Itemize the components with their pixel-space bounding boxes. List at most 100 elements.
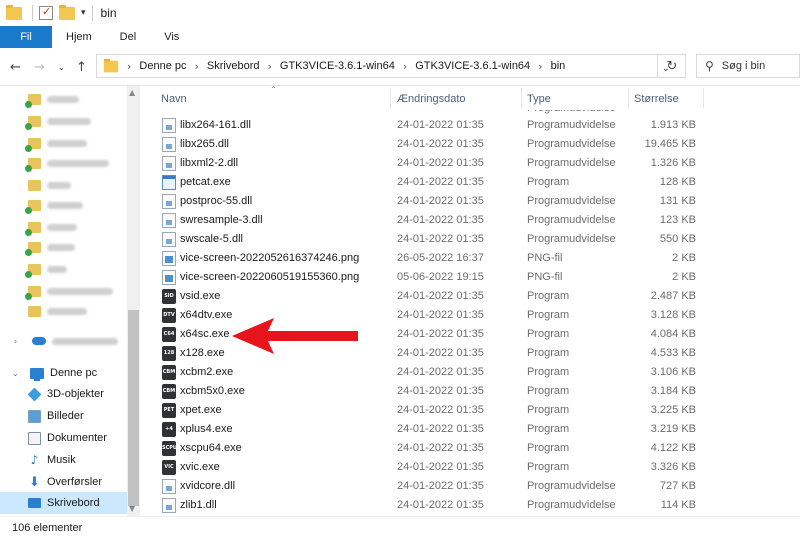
tab-home[interactable]: Hjem [52, 26, 106, 48]
sidebar-item-this-pc[interactable]: ⌄ Denne pc [12, 362, 140, 384]
table-row[interactable]: postproc-55.dll 24-01-2022 01:35 Programud… [140, 192, 800, 211]
column-divider[interactable] [703, 88, 704, 108]
quick-access-item[interactable] [25, 152, 140, 174]
column-divider[interactable] [521, 88, 522, 108]
quick-access-item[interactable] [28, 300, 140, 322]
properties-icon[interactable] [39, 5, 55, 21]
file-name: swresample-3.dll [180, 214, 263, 226]
tab-view[interactable]: Vis [150, 26, 193, 48]
cloud-icon [32, 337, 46, 345]
tab-file[interactable]: Fil [0, 26, 52, 48]
table-row[interactable]: vice-screen-2022052616374246.png 26-05-20… [140, 249, 800, 268]
table-row[interactable]: zlib1.dll 24-01-2022 01:35 Programudvidels… [140, 496, 800, 515]
tab-share[interactable]: Del [106, 26, 151, 48]
breadcrumb-bin[interactable]: bin [551, 60, 566, 72]
sidebar-item-label: 3D-objekter [47, 388, 104, 400]
blurred-label [52, 337, 118, 345]
quick-access-item[interactable] [25, 194, 140, 216]
blurred-label [47, 265, 67, 273]
sidebar-item-label: Dokumenter [47, 432, 107, 444]
search-icon: ⚲ [705, 59, 714, 73]
quick-access-dropdown-icon[interactable]: ▾ [81, 8, 86, 18]
table-row[interactable]: VIC xvic.exe 24-01-2022 01:35 Program 3.326 … [140, 458, 800, 477]
sidebar-item-documents[interactable]: Dokumenter [28, 427, 140, 449]
chevron-right-icon[interactable]: › [14, 337, 22, 346]
quick-access-item[interactable] [25, 258, 140, 280]
file-size: 1.326 KB [650, 157, 696, 169]
breadcrumb-separator-icon[interactable]: › [127, 60, 131, 73]
file-type: PNG-fil [527, 252, 563, 264]
file-name: xvidcore.dll [180, 480, 236, 492]
refresh-icon[interactable]: ↻ [657, 54, 686, 78]
file-type: Program [527, 290, 570, 302]
table-row[interactable]: xvidcore.dll 24-01-2022 01:35 Programudvid… [140, 477, 800, 496]
breadcrumb-separator-icon[interactable]: › [195, 60, 199, 73]
breadcrumb-gtk3vice-inner[interactable]: GTK3VICE-3.6.1-win64 [415, 60, 530, 72]
table-row[interactable]: CBM xcbm2.exe 24-01-2022 01:35 Program 3.106… [140, 363, 800, 382]
quick-access-item[interactable] [25, 110, 140, 132]
file-name: vice-screen-2022060519155360.png [180, 271, 360, 283]
forward-arrow-icon[interactable]: → [34, 60, 45, 75]
breadcrumb-this-pc[interactable]: Denne pc [139, 60, 186, 72]
sidebar-item-music[interactable]: ♪ Musik [28, 449, 140, 471]
column-header-type[interactable]: Type [527, 93, 551, 105]
search-input[interactable] [721, 60, 784, 72]
table-row[interactable]: libx264-161.dll 24-01-2022 01:35 Programud… [140, 116, 800, 135]
sort-ascending-icon: ⌃ [270, 86, 277, 94]
address-bar[interactable]: › Denne pc › Skrivebord › GTK3VICE-3.6.1… [96, 54, 686, 78]
table-row[interactable]: libxml2-2.dll 24-01-2022 01:35 Programudvi… [140, 154, 800, 173]
back-arrow-icon[interactable]: ← [10, 60, 21, 75]
column-header-date[interactable]: Ændringsdato [397, 93, 466, 105]
sidebar-item-downloads[interactable]: ⬇ Overførsler [28, 471, 140, 493]
new-folder-icon[interactable] [59, 5, 75, 21]
blurred-label [47, 307, 87, 315]
sidebar-scrollbar[interactable]: ▲ ▼ [127, 86, 140, 516]
file-date: 24-01-2022 01:35 [397, 309, 484, 321]
column-divider[interactable] [628, 88, 629, 108]
scrollbar-thumb[interactable] [128, 310, 139, 506]
sidebar-item-desktop[interactable]: Skrivebord [0, 492, 127, 514]
table-row[interactable]: SID vsid.exe 24-01-2022 01:35 Program 2.487 … [140, 287, 800, 306]
sidebar-item-3d-objects[interactable]: 3D-objekter [27, 383, 140, 405]
quick-access-item[interactable] [25, 88, 140, 110]
divider [91, 5, 93, 21]
table-row[interactable]: vice-screen-2022060519155360.png 05-06-20… [140, 268, 800, 287]
up-arrow-icon[interactable]: ↑ [76, 60, 87, 75]
quick-access-item[interactable] [25, 236, 140, 258]
file-date: 24-01-2022 01:35 [397, 404, 484, 416]
recent-locations-chevron-icon[interactable]: ⌄ [58, 63, 65, 72]
quick-access-item[interactable] [28, 174, 140, 196]
scroll-down-arrow-icon[interactable]: ▼ [129, 504, 135, 513]
breadcrumb-separator-icon[interactable]: › [267, 60, 271, 73]
table-row[interactable]: PET xpet.exe 24-01-2022 01:35 Program 3.225 … [140, 401, 800, 420]
column-header-size[interactable]: Størrelse [634, 93, 679, 105]
sidebar-item-pictures[interactable]: Billeder [28, 405, 140, 427]
dll-icon [162, 213, 176, 228]
search-box[interactable]: ⚲ [696, 54, 800, 78]
onedrive-item[interactable]: › [14, 330, 140, 352]
file-name: x128.exe [180, 347, 225, 359]
file-name: xplus4.exe [180, 423, 233, 435]
chevron-down-icon[interactable]: ⌄ [12, 369, 20, 378]
quick-access-item[interactable] [25, 216, 140, 238]
breadcrumb-separator-icon[interactable]: › [538, 60, 542, 73]
table-row[interactable]: swscale-5.dll 24-01-2022 01:35 Programudvi… [140, 230, 800, 249]
breadcrumb-desktop[interactable]: Skrivebord [207, 60, 260, 72]
file-size: 128 KB [659, 176, 696, 188]
breadcrumb-gtk3vice[interactable]: GTK3VICE-3.6.1-win64 [280, 60, 395, 72]
column-divider[interactable] [390, 88, 391, 108]
c64-icon: VIC [162, 460, 176, 475]
quick-access-item[interactable] [25, 132, 140, 154]
folder-icon [6, 5, 22, 21]
scroll-up-arrow-icon[interactable]: ▲ [129, 88, 135, 97]
file-size: 3.106 KB [650, 366, 696, 378]
table-row[interactable]: SCPU xscpu64.exe 24-01-2022 01:35 Program 4.… [140, 439, 800, 458]
table-row[interactable]: petcat.exe 24-01-2022 01:35 Program 128 KB [140, 173, 800, 192]
table-row[interactable]: CBM xcbm5x0.exe 24-01-2022 01:35 Program 3.1… [140, 382, 800, 401]
quick-access-item[interactable] [25, 280, 140, 302]
breadcrumb-separator-icon[interactable]: › [403, 60, 407, 73]
table-row[interactable]: libx265.dll 24-01-2022 01:35 Programudvide… [140, 135, 800, 154]
column-header-name[interactable]: Navn [161, 93, 187, 105]
table-row[interactable]: swresample-3.dll 24-01-2022 01:35 Programu… [140, 211, 800, 230]
table-row[interactable]: +4 xplus4.exe 24-01-2022 01:35 Program 3.219… [140, 420, 800, 439]
